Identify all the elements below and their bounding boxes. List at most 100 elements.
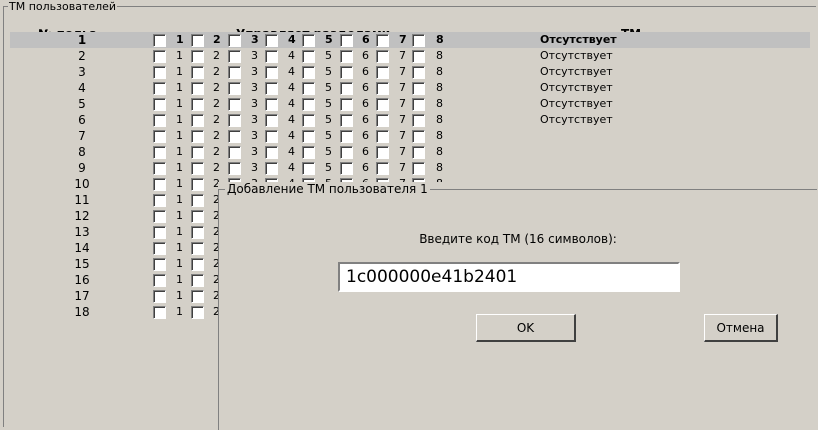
section-checkbox-7[interactable]	[376, 162, 389, 175]
section-checkbox-1[interactable]	[153, 34, 166, 47]
section-checkbox-1[interactable]	[153, 130, 166, 143]
section-checkbox-1[interactable]	[153, 274, 166, 287]
section-checkbox-2[interactable]	[191, 82, 204, 95]
section-checkbox-4[interactable]	[265, 130, 278, 143]
section-checkbox-2[interactable]	[191, 258, 204, 271]
section-checkbox-3[interactable]	[228, 34, 241, 47]
section-checkbox-2[interactable]	[191, 210, 204, 223]
section-checkbox-5[interactable]	[302, 98, 315, 111]
section-checkbox-8[interactable]	[412, 98, 425, 111]
section-checkbox-3[interactable]	[228, 66, 241, 79]
section-checkbox-7[interactable]	[376, 130, 389, 143]
section-checkbox-6[interactable]	[340, 98, 353, 111]
section-checkbox-2[interactable]	[191, 34, 204, 47]
table-row[interactable]: 5 1 2 3 4 5 6 7 8 Отсутствует	[10, 96, 810, 112]
section-checkbox-3[interactable]	[228, 114, 241, 127]
section-checkbox-1[interactable]	[153, 146, 166, 159]
ok-button[interactable]: OK	[476, 314, 576, 342]
section-checkbox-1[interactable]	[153, 82, 166, 95]
section-checkbox-2[interactable]	[191, 242, 204, 255]
section-checkbox-3[interactable]	[228, 146, 241, 159]
section-checkbox-8[interactable]	[412, 50, 425, 63]
section-checkbox-6[interactable]	[340, 66, 353, 79]
section-checkbox-3[interactable]	[228, 82, 241, 95]
section-checkbox-5[interactable]	[302, 130, 315, 143]
section-checkbox-1[interactable]	[153, 50, 166, 63]
section-checkbox-3[interactable]	[228, 162, 241, 175]
section-checkbox-6[interactable]	[340, 130, 353, 143]
section-checkbox-4[interactable]	[265, 34, 278, 47]
section-checkbox-2[interactable]	[191, 274, 204, 287]
section-checkbox-6[interactable]	[340, 34, 353, 47]
section-checkbox-1[interactable]	[153, 178, 166, 191]
section-checkbox-4[interactable]	[265, 114, 278, 127]
section-checkbox-1[interactable]	[153, 66, 166, 79]
section-checkbox-2[interactable]	[191, 162, 204, 175]
section-checkbox-7[interactable]	[376, 34, 389, 47]
section-checkbox-1[interactable]	[153, 162, 166, 175]
section-checkbox-4[interactable]	[265, 82, 278, 95]
section-checkbox-5[interactable]	[302, 66, 315, 79]
section-checkbox-8[interactable]	[412, 130, 425, 143]
section-checkbox-1[interactable]	[153, 226, 166, 239]
section-checkbox-2[interactable]	[191, 226, 204, 239]
section-checkbox-4[interactable]	[265, 66, 278, 79]
section-checkbox-2[interactable]	[191, 98, 204, 111]
table-row[interactable]: 7 1 2 3 4 5 6 7 8	[10, 128, 810, 144]
section-checkbox-6[interactable]	[340, 82, 353, 95]
section-checkbox-7[interactable]	[376, 82, 389, 95]
section-checkbox-5[interactable]	[302, 50, 315, 63]
table-row[interactable]: 9 1 2 3 4 5 6 7 8	[10, 160, 810, 176]
section-checkbox-1[interactable]	[153, 98, 166, 111]
section-checkbox-7[interactable]	[376, 98, 389, 111]
section-checkbox-6[interactable]	[340, 162, 353, 175]
section-checkbox-1[interactable]	[153, 242, 166, 255]
section-checkbox-4[interactable]	[265, 146, 278, 159]
section-checkbox-8[interactable]	[412, 146, 425, 159]
table-row[interactable]: 1 1 2 3 4 5 6 7 8 Отсутствует	[10, 32, 810, 48]
table-row[interactable]: 4 1 2 3 4 5 6 7 8 Отсутствует	[10, 80, 810, 96]
section-checkbox-7[interactable]	[376, 50, 389, 63]
section-checkbox-6[interactable]	[340, 146, 353, 159]
section-checkbox-1[interactable]	[153, 290, 166, 303]
section-checkbox-5[interactable]	[302, 146, 315, 159]
section-checkbox-2[interactable]	[191, 178, 204, 191]
section-checkbox-7[interactable]	[376, 114, 389, 127]
section-checkbox-8[interactable]	[412, 82, 425, 95]
section-checkbox-3[interactable]	[228, 98, 241, 111]
section-checkbox-3[interactable]	[228, 130, 241, 143]
tm-code-input[interactable]	[338, 262, 680, 292]
section-checkbox-4[interactable]	[265, 50, 278, 63]
section-checkbox-5[interactable]	[302, 162, 315, 175]
cancel-button[interactable]: Отмена	[704, 314, 778, 342]
table-row[interactable]: 8 1 2 3 4 5 6 7 8	[10, 144, 810, 160]
section-checkbox-4[interactable]	[265, 98, 278, 111]
section-checkbox-2[interactable]	[191, 130, 204, 143]
section-checkbox-5[interactable]	[302, 82, 315, 95]
section-checkbox-8[interactable]	[412, 66, 425, 79]
section-checkbox-7[interactable]	[376, 66, 389, 79]
section-checkbox-2[interactable]	[191, 194, 204, 207]
section-checkbox-1[interactable]	[153, 258, 166, 271]
section-checkbox-3[interactable]	[228, 50, 241, 63]
table-row[interactable]: 3 1 2 3 4 5 6 7 8 Отсутствует	[10, 64, 810, 80]
section-checkbox-1[interactable]	[153, 306, 166, 319]
section-checkbox-4[interactable]	[265, 162, 278, 175]
section-checkbox-8[interactable]	[412, 34, 425, 47]
table-row[interactable]: 6 1 2 3 4 5 6 7 8 Отсутствует	[10, 112, 810, 128]
section-checkbox-1[interactable]	[153, 194, 166, 207]
section-checkbox-5[interactable]	[302, 34, 315, 47]
section-checkbox-5[interactable]	[302, 114, 315, 127]
section-checkbox-6[interactable]	[340, 114, 353, 127]
section-checkbox-6[interactable]	[340, 50, 353, 63]
section-checkbox-2[interactable]	[191, 306, 204, 319]
section-checkbox-8[interactable]	[412, 114, 425, 127]
section-checkbox-8[interactable]	[412, 162, 425, 175]
section-checkbox-2[interactable]	[191, 290, 204, 303]
section-checkbox-2[interactable]	[191, 146, 204, 159]
section-checkbox-7[interactable]	[376, 146, 389, 159]
section-checkbox-1[interactable]	[153, 210, 166, 223]
section-checkbox-2[interactable]	[191, 66, 204, 79]
section-checkbox-1[interactable]	[153, 114, 166, 127]
table-row[interactable]: 2 1 2 3 4 5 6 7 8 Отсутствует	[10, 48, 810, 64]
